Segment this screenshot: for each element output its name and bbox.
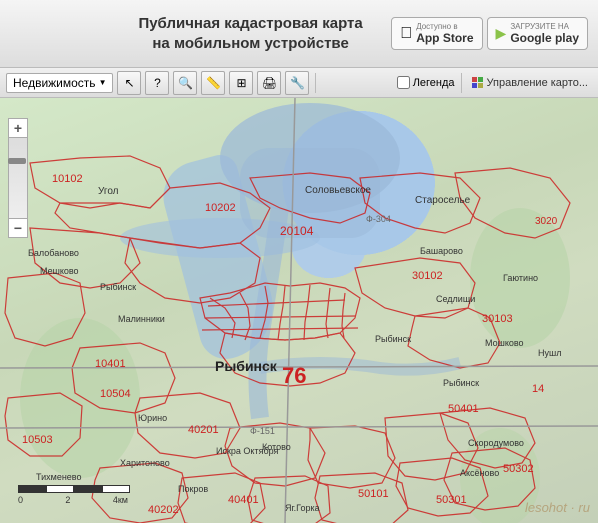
googleplay-main: Google play	[510, 31, 579, 45]
map-container[interactable]: + − 10102 Угол 10202 Соловьевское 20104 …	[0, 98, 598, 523]
wrench-icon: 🔧	[290, 76, 305, 90]
scale-bar: 0 2 4км	[18, 485, 130, 505]
cursor-icon: ↖	[124, 76, 134, 90]
scale-seg4	[102, 485, 130, 493]
scale-label-2: 2	[65, 495, 70, 505]
scale-label-4km: 4км	[113, 495, 128, 505]
legend-checkbox-label[interactable]: Легенда	[397, 76, 455, 89]
dropdown-arrow-icon: ▼	[99, 78, 107, 87]
googleplay-badge[interactable]: ▶ ЗАГРУЗИТЕ НА Google play	[487, 17, 588, 50]
appstore-badge[interactable]:  Доступно в App Store	[391, 17, 482, 50]
grid-icon	[472, 77, 484, 89]
print-icon: 🖨	[262, 76, 277, 90]
map-background	[0, 98, 598, 523]
river-body2	[120, 218, 320, 258]
toolbar-separator2	[461, 73, 462, 93]
zoom-in-button[interactable]: +	[8, 118, 28, 138]
property-type-dropdown[interactable]: Недвижимость ▼	[6, 73, 113, 93]
legend-checkbox[interactable]	[397, 76, 410, 89]
search-tool[interactable]: 🔍	[173, 71, 197, 95]
scale-labels: 0 2 4км	[18, 495, 128, 505]
apple-icon: 	[400, 25, 412, 43]
dropdown-label: Недвижимость	[13, 76, 96, 90]
zoom-out-button[interactable]: −	[8, 218, 28, 238]
zoom-controls: + −	[8, 118, 28, 238]
info-tool[interactable]: ?	[145, 71, 169, 95]
title-line2: на мобильном устройстве	[152, 35, 348, 52]
appstore-sub: Доступно в	[416, 22, 473, 31]
search-icon: 🔍	[178, 76, 193, 90]
scale-seg3	[74, 485, 102, 493]
toolbar-separator	[315, 73, 316, 93]
scale-seg2	[46, 485, 74, 493]
print-tool[interactable]: 🖨	[257, 71, 281, 95]
toolbar: Недвижимость ▼ ↖ ? 🔍 📏 ⊞ 🖨 🔧 Легенда Упр…	[0, 68, 598, 98]
measure-tool[interactable]: 📏	[201, 71, 225, 95]
layers-icon: ⊞	[236, 76, 246, 90]
manage-label: Управление карто...	[487, 77, 588, 89]
app-badges:  Доступно в App Store ▶ ЗАГРУЗИТЕ НА Go…	[391, 17, 588, 50]
info-icon: ?	[154, 76, 161, 90]
android-icon: ▶	[496, 25, 507, 42]
top-bar: Публичная кадастровая карта на мобильном…	[0, 0, 598, 68]
ruler-icon: 📏	[206, 76, 221, 90]
zoom-slider[interactable]	[8, 138, 28, 218]
zoom-level-indicator	[8, 158, 26, 164]
scale-line	[18, 485, 130, 493]
title-line1: Публичная кадастровая карта	[138, 15, 362, 32]
appstore-main: App Store	[416, 31, 473, 45]
page-title: Публичная кадастровая карта на мобильном…	[110, 14, 391, 53]
settings-tool[interactable]: 🔧	[285, 71, 309, 95]
scale-label-0: 0	[18, 495, 23, 505]
watermark: lesohot · ru	[525, 500, 590, 515]
cursor-tool[interactable]: ↖	[117, 71, 141, 95]
layers-tool[interactable]: ⊞	[229, 71, 253, 95]
legend-label: Легенда	[413, 77, 455, 89]
manage-map-button[interactable]: Управление карто...	[468, 75, 592, 91]
googleplay-sub: ЗАГРУЗИТЕ НА	[510, 22, 579, 31]
scale-seg1	[18, 485, 46, 493]
watermark-text: lesohot · ru	[525, 500, 590, 515]
